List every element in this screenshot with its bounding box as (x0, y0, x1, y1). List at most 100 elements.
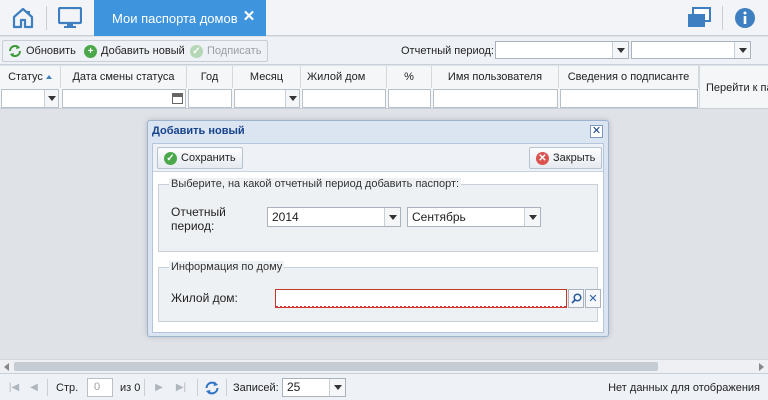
house-filter[interactable] (302, 89, 386, 108)
chevron-down-icon[interactable] (44, 90, 58, 107)
first-page-icon[interactable]: |◀ (8, 382, 20, 393)
dialog-toolbar: ✓ Сохранить ✕ Закрыть (153, 144, 603, 172)
page-label: Стр. (56, 382, 79, 394)
year-filter[interactable] (188, 89, 232, 108)
prev-page-icon[interactable]: ◀ (28, 382, 40, 393)
home-icon (12, 7, 34, 29)
page-number-input[interactable]: 0 (87, 378, 113, 397)
column-year-label: Год (200, 71, 219, 83)
house-fieldset: Информация по дому Жилой дом: ✕ (158, 261, 601, 322)
column-status-label: Статус (8, 71, 43, 83)
records-per-page-select[interactable]: 25 (282, 378, 346, 397)
scroll-right-icon[interactable] (759, 363, 764, 371)
chevron-down-icon[interactable] (285, 90, 299, 107)
dialog-body: ✓ Сохранить ✕ Закрыть Выберите, на какой… (152, 143, 604, 333)
paging-toolbar: |◀ ◀ Стр. 0 из 0 ▶ ▶| Записей: 25 Нет да… (0, 373, 768, 400)
period-year-value: 2014 (272, 210, 299, 224)
percent-filter[interactable] (388, 89, 431, 108)
chevron-down-icon[interactable] (329, 379, 345, 396)
column-signer-info-label: Сведения о подписанте (567, 71, 690, 83)
separator (226, 379, 227, 396)
signer-info-filter[interactable] (560, 89, 698, 108)
separator (197, 379, 198, 396)
sign-label: Подписать (207, 45, 262, 57)
chevron-down-icon[interactable] (734, 42, 750, 58)
status-filter[interactable] (1, 89, 59, 108)
username-filter[interactable] (433, 89, 558, 108)
scroll-left-icon[interactable] (4, 363, 9, 371)
house-input[interactable] (275, 289, 567, 308)
clear-icon[interactable]: ✕ (585, 289, 601, 308)
info-button[interactable] (722, 0, 768, 36)
magnifier-glyph (570, 293, 582, 304)
scrollbar-thumb[interactable] (14, 362, 658, 371)
monitor-icon (58, 7, 82, 28)
windows-button[interactable] (676, 0, 722, 36)
column-year[interactable]: Год (187, 66, 233, 88)
desktop-button[interactable] (47, 0, 93, 36)
chevron-down-icon[interactable] (524, 208, 540, 226)
column-percent[interactable]: % (387, 66, 432, 88)
save-button[interactable]: ✓ Сохранить (157, 147, 243, 169)
period-year-select[interactable] (495, 41, 629, 59)
close-icon[interactable]: ✕ (590, 125, 603, 138)
status-date-filter[interactable] (62, 89, 186, 108)
column-goto-label: Перейти к па (706, 81, 768, 94)
period-field-label: Отчетный период: (171, 205, 226, 233)
column-username-label: Имя пользователя (447, 71, 543, 83)
save-label: Сохранить (181, 152, 236, 164)
cancel-icon: ✕ (536, 151, 549, 165)
last-page-icon[interactable]: ▶| (175, 382, 187, 393)
refresh-button[interactable]: Обновить (8, 41, 76, 61)
period-legend: Выберите, на какой отчетный период добав… (169, 178, 462, 190)
column-house[interactable]: Жилой дом (301, 66, 387, 88)
search-icon[interactable] (568, 289, 584, 308)
period-label: Отчетный период: (401, 45, 494, 57)
sort-asc-icon (45, 75, 52, 79)
column-status[interactable]: Статус (0, 66, 61, 88)
windows-icon (688, 7, 711, 27)
records-per-page-value: 25 (287, 380, 301, 394)
column-month-label: Месяц (249, 71, 284, 83)
chevron-down-icon[interactable] (612, 42, 628, 58)
close-icon[interactable]: ✕ (242, 9, 256, 24)
period-year-select[interactable]: 2014 (267, 207, 401, 227)
chevron-down-icon[interactable] (384, 208, 400, 226)
tab-my-house-passports[interactable]: Мои паспорта домов ✕ (94, 0, 266, 36)
add-new-dialog: Добавить новый ✕ ✓ Сохранить ✕ Закрыть В… (147, 120, 609, 337)
check-icon: ✓ (164, 151, 177, 165)
column-username[interactable]: Имя пользователя (432, 66, 559, 88)
add-new-label: Добавить новый (101, 45, 185, 57)
close-button[interactable]: ✕ Закрыть (529, 147, 603, 169)
column-month[interactable]: Месяц (233, 66, 301, 88)
main-toolbar: Обновить + Добавить новый ✓ Подписать От… (0, 37, 768, 65)
grid-header: Статус Дата смены статуса Год Месяц Жило… (0, 66, 768, 109)
refresh-icon (9, 45, 21, 57)
house-field-label: Жилой дом: (171, 291, 238, 305)
column-goto[interactable]: Перейти к па (699, 66, 768, 109)
records-label: Записей: (233, 382, 279, 394)
paging-status: Нет данных для отображения (608, 382, 760, 394)
column-signer-info[interactable]: Сведения о подписанте (559, 66, 699, 88)
page-count-label: из 0 (120, 382, 141, 394)
add-new-button[interactable]: + Добавить новый (84, 41, 185, 61)
refresh-icon[interactable] (204, 380, 220, 396)
dialog-title: Добавить новый (152, 125, 245, 137)
separator (47, 379, 48, 396)
home-button[interactable] (0, 0, 46, 36)
column-status-date[interactable]: Дата смены статуса (61, 66, 187, 88)
sign-button[interactable]: ✓ Подписать (190, 41, 261, 61)
column-status-date-label: Дата смены статуса (72, 71, 175, 83)
top-bar: Мои паспорта домов ✕ (0, 0, 768, 36)
period-month-select[interactable] (631, 41, 751, 59)
separator (144, 379, 145, 396)
calendar-icon[interactable] (172, 93, 183, 104)
house-legend: Информация по дому (169, 261, 285, 273)
tab-title: Мои паспорта домов (112, 10, 238, 26)
horizontal-scrollbar[interactable] (0, 359, 768, 373)
check-icon: ✓ (190, 44, 203, 58)
add-icon: + (84, 44, 97, 58)
period-month-select[interactable]: Сентябрь (407, 207, 541, 227)
next-page-icon[interactable]: ▶ (153, 382, 165, 393)
month-filter[interactable] (234, 89, 300, 108)
